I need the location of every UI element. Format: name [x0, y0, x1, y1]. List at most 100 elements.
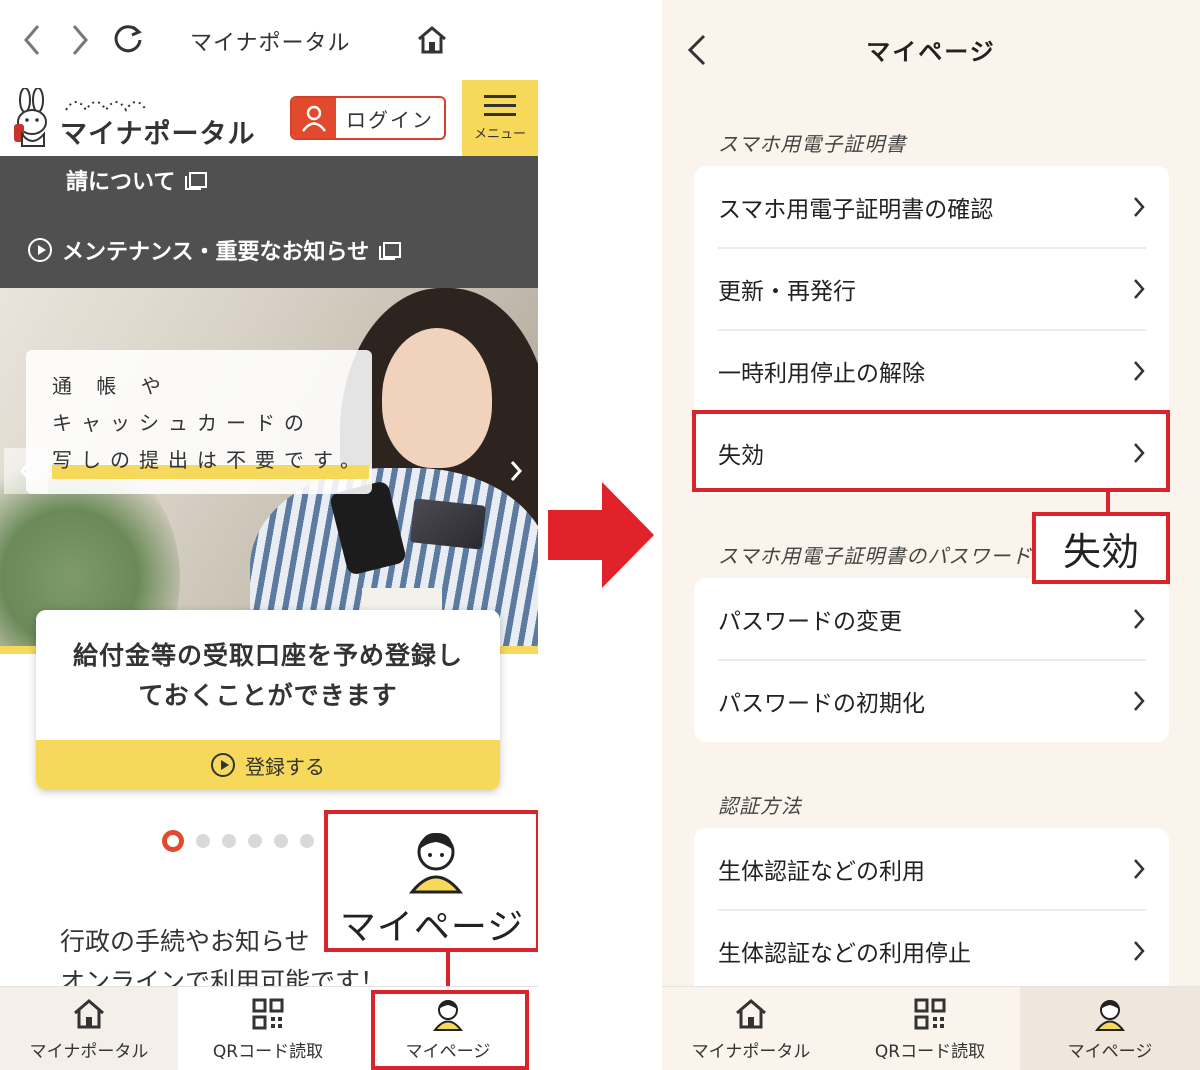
left-phone-screen: マイナポータル マイナポータル ログイン メニュー 請について メンテナンス・重…	[0, 0, 538, 1070]
settings-row-renew-reissue[interactable]: 更新・再発行	[718, 248, 1146, 329]
nav-item-qr-reader[interactable]: QRコード読取	[840, 987, 1020, 1070]
settings-row-certificate-check[interactable]: スマホ用電子証明書の確認	[718, 166, 1146, 247]
nav-item-label: マイナポータル	[691, 1041, 811, 1062]
mypage-nav-highlight	[371, 990, 529, 1070]
card-title-line: ておくことができます	[138, 681, 398, 710]
callout-connector	[1106, 492, 1110, 514]
chevron-right-icon	[72, 25, 88, 55]
reload-icon	[114, 25, 142, 53]
qr-code-icon	[914, 998, 946, 1029]
hero-message-bubble: 通 帳 や キャッシュカードの 写しの提出は不要です。	[26, 350, 372, 494]
page-title: マイページ	[866, 38, 996, 66]
notice-link-maintenance[interactable]: メンテナンス・重要なお知らせ	[28, 234, 402, 266]
nav-item-label: マイページ	[1067, 1041, 1153, 1062]
section-label-auth-method: 認証方法	[718, 794, 802, 818]
settings-row-label: 一時利用停止の解除	[718, 360, 925, 387]
carousel-next-button[interactable]	[494, 448, 538, 494]
card-title: 給付金等の受取口座を予め登録し ておくことができます	[36, 636, 500, 716]
settings-row-label: パスワードの初期化	[718, 690, 925, 717]
transition-arrow-icon	[548, 482, 654, 588]
chevron-right-icon	[1134, 360, 1145, 381]
nav-item-mypage[interactable]: マイページ	[1020, 987, 1200, 1070]
hero-message-line-highlight: 写しの提出は不要です。	[52, 442, 369, 479]
nav-item-label: QRコード読取	[874, 1041, 986, 1062]
house-icon	[74, 998, 104, 1028]
nav-item-myna-portal[interactable]: マイナポータル	[662, 987, 840, 1070]
login-label: ログイン	[346, 107, 434, 132]
chevron-right-icon	[510, 461, 523, 481]
settings-row-biometric-use[interactable]: 生体認証などの利用	[718, 828, 1146, 909]
hero-message-line: キャッシュカードの	[52, 411, 313, 435]
login-button[interactable]: ログイン	[290, 96, 446, 140]
chevron-right-icon	[1134, 858, 1145, 879]
external-link-icon	[185, 172, 208, 190]
comparison-screenshot: マイナポータル マイナポータル ログイン メニュー 請について メンテナンス・重…	[0, 0, 1200, 1070]
browser-forward-button[interactable]	[62, 22, 98, 58]
browser-page-title: マイナポータル	[190, 31, 351, 56]
revoke-callout: 失効	[1032, 512, 1170, 584]
settings-row-label: 生体認証などの利用停止	[718, 940, 971, 967]
notice-band: 請について メンテナンス・重要なお知らせ	[0, 156, 538, 288]
notice-link-maintenance-label: メンテナンス・重要なお知らせ	[62, 240, 370, 265]
rabbit-mascot-icon	[14, 88, 47, 147]
carousel-pagination	[162, 830, 314, 852]
settings-row-release-suspension[interactable]: 一時利用停止の解除	[718, 330, 1146, 411]
hero-photo-cash-card	[409, 498, 487, 550]
settings-group-password: パスワードの変更 パスワードの初期化	[694, 578, 1169, 742]
hero-message-line: 通 帳 や	[52, 374, 170, 398]
person-icon	[1094, 999, 1126, 1031]
settings-row-label: 生体認証などの利用	[718, 858, 925, 885]
chevron-right-icon	[1134, 278, 1145, 299]
settings-row-change-password[interactable]: パスワードの変更	[718, 578, 1146, 659]
settings-row-reset-password[interactable]: パスワードの初期化	[718, 660, 1146, 741]
account-registration-card[interactable]: 給付金等の受取口座を予め登録し ておくことができます 登録する	[36, 610, 500, 790]
notice-link-application-label: 請について	[66, 170, 176, 195]
mypage-header: マイページ	[662, 0, 1200, 100]
menu-button[interactable]: メニュー	[462, 80, 538, 156]
site-header: マイナポータル ログイン メニュー	[0, 80, 538, 156]
carousel-prev-button[interactable]	[4, 448, 48, 494]
carousel-dot[interactable]	[222, 834, 236, 848]
hamburger-icon	[484, 94, 516, 117]
settings-row-label: 更新・再発行	[718, 278, 856, 305]
nav-item-label: マイナポータル	[29, 1041, 149, 1062]
card-title-line: 給付金等の受取口座を予め登録し	[72, 641, 463, 670]
chevron-right-icon	[1134, 940, 1145, 961]
revoke-row-highlight	[692, 410, 1170, 492]
notice-link-application[interactable]: 請について	[66, 164, 208, 196]
nav-item-qr-reader[interactable]: QRコード読取	[178, 987, 358, 1070]
chevron-right-icon	[1134, 690, 1145, 711]
person-icon	[408, 832, 464, 894]
browser-home-button[interactable]	[412, 22, 452, 58]
carousel-dot[interactable]	[300, 834, 314, 848]
chevron-left-icon	[24, 25, 40, 55]
section-label-smartphone-certificate: スマホ用電子証明書	[718, 132, 907, 156]
external-link-icon	[379, 242, 402, 260]
menu-label: メニュー	[473, 126, 526, 142]
play-circle-icon	[28, 238, 52, 262]
register-button-label: 登録する	[245, 754, 325, 779]
nav-item-myna-portal[interactable]: マイナポータル	[0, 987, 178, 1070]
carousel-dot[interactable]	[196, 834, 210, 848]
mypage-callout-label: マイページ	[339, 907, 525, 948]
register-button[interactable]: 登録する	[36, 740, 500, 790]
carousel-dot-active[interactable]	[162, 830, 184, 852]
qr-code-icon	[252, 998, 284, 1029]
settings-row-biometric-stop[interactable]: 生体認証などの利用停止	[718, 910, 1146, 991]
settings-row-label: スマホ用電子証明書の確認	[718, 196, 994, 223]
mypage-callout: マイページ	[324, 810, 538, 952]
chevron-right-icon	[1134, 196, 1145, 217]
carousel-dot[interactable]	[248, 834, 262, 848]
settings-row-label: パスワードの変更	[718, 608, 902, 635]
hero-photo-woman-face	[382, 328, 492, 468]
logo-text: マイナポータル	[60, 119, 256, 150]
browser-reload-button[interactable]	[108, 22, 148, 58]
hero-carousel[interactable]: 通 帳 や キャッシュカードの 写しの提出は不要です。	[0, 288, 538, 654]
chevron-right-icon	[1134, 608, 1145, 629]
browser-back-button[interactable]	[14, 22, 50, 58]
site-logo[interactable]: マイナポータル	[8, 88, 254, 150]
section-label-certificate-password: スマホ用電子証明書のパスワード	[718, 544, 1033, 568]
carousel-dot[interactable]	[274, 834, 288, 848]
play-circle-icon	[211, 753, 235, 777]
logo-dotted-arc-icon	[65, 101, 147, 112]
